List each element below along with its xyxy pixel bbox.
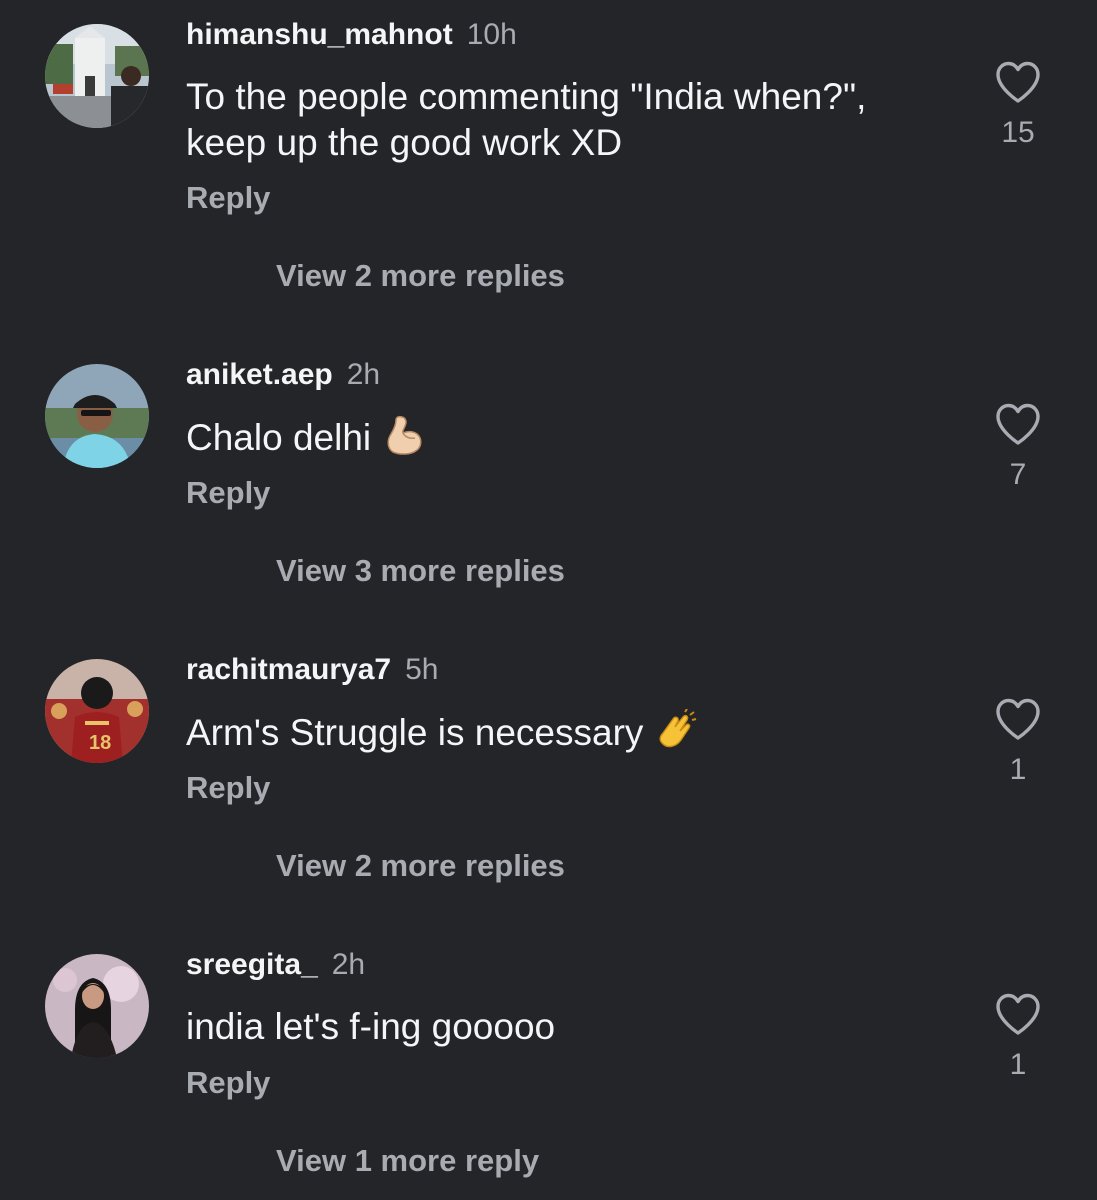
svg-text:18: 18: [89, 732, 111, 754]
comment-himanshu: himanshu_mahnot 10h To the people commen…: [0, 0, 1097, 293]
username[interactable]: sreegita_: [186, 948, 318, 982]
comment-text: india let's f-ing gooooo: [186, 1004, 926, 1050]
heart-outline-icon[interactable]: [994, 992, 1042, 1036]
username[interactable]: aniket.aep: [186, 358, 333, 392]
avatar-photo-person-cap: [45, 364, 149, 468]
clapping-hands-icon: [659, 709, 697, 748]
comment-text-content: To the people commenting "India when?", …: [186, 76, 867, 163]
flexed-biceps-icon: [387, 415, 422, 455]
avatar[interactable]: [45, 24, 149, 128]
view-more-replies-button[interactable]: View 2 more replies: [276, 258, 565, 294]
comment-meta: rachitmaurya7 5h: [186, 653, 438, 693]
comment-text-content: india let's f-ing gooooo: [186, 1006, 556, 1047]
timestamp: 2h: [331, 948, 366, 981]
avatar-photo-person: [45, 954, 149, 1058]
like-group: 15: [984, 60, 1052, 150]
comment-meta: himanshu_mahnot 10h: [186, 18, 517, 58]
username[interactable]: rachitmaurya7: [186, 653, 391, 687]
like-count: 1: [1009, 1048, 1027, 1081]
comment-text: Chalo delhi: [186, 414, 926, 461]
heart-outline-icon[interactable]: [994, 60, 1042, 104]
heart-outline-icon[interactable]: [994, 697, 1042, 741]
view-more-replies-button[interactable]: View 1 more reply: [276, 1143, 539, 1179]
reply-button[interactable]: Reply: [186, 1065, 270, 1101]
comment-meta: sreegita_ 2h: [186, 948, 365, 988]
view-more-replies-button[interactable]: View 2 more replies: [276, 848, 565, 884]
username[interactable]: himanshu_mahnot: [186, 18, 453, 52]
comment-text: Arm's Struggle is necessary: [186, 709, 926, 756]
reply-button[interactable]: Reply: [186, 770, 270, 806]
like-group: 7: [984, 402, 1052, 492]
avatar[interactable]: 18: [45, 659, 149, 763]
avatar[interactable]: [45, 954, 149, 1058]
like-count: 15: [1001, 116, 1035, 149]
like-count: 1: [1009, 753, 1027, 786]
comment-text-content: Arm's Struggle is necessary: [186, 712, 644, 753]
timestamp: 5h: [405, 653, 439, 686]
comment-meta: aniket.aep 2h: [186, 358, 380, 398]
comment-text: To the people commenting "India when?", …: [186, 74, 926, 166]
like-count: 7: [1009, 458, 1027, 491]
avatar-photo-church: [45, 24, 149, 128]
heart-outline-icon[interactable]: [994, 402, 1042, 446]
comment-text-content: Chalo delhi: [186, 417, 372, 458]
view-more-replies-button[interactable]: View 3 more replies: [276, 553, 565, 589]
timestamp: 2h: [346, 358, 381, 391]
like-group: 1: [984, 992, 1052, 1082]
avatar[interactable]: [45, 364, 149, 468]
comment-rachit: 18 rachitmaurya7 5h Arm's Struggle is ne…: [0, 635, 1097, 925]
reply-button[interactable]: Reply: [186, 180, 270, 216]
like-group: 1: [984, 697, 1052, 787]
comment-sreegita: sreegita_ 2h india let's f-ing gooooo Re…: [0, 930, 1097, 1200]
timestamp: 10h: [466, 18, 517, 51]
reply-button[interactable]: Reply: [186, 475, 270, 511]
avatar-photo-jersey: 18: [45, 659, 149, 763]
comment-aniket: aniket.aep 2h Chalo delhi Reply View 3 m…: [0, 340, 1097, 630]
